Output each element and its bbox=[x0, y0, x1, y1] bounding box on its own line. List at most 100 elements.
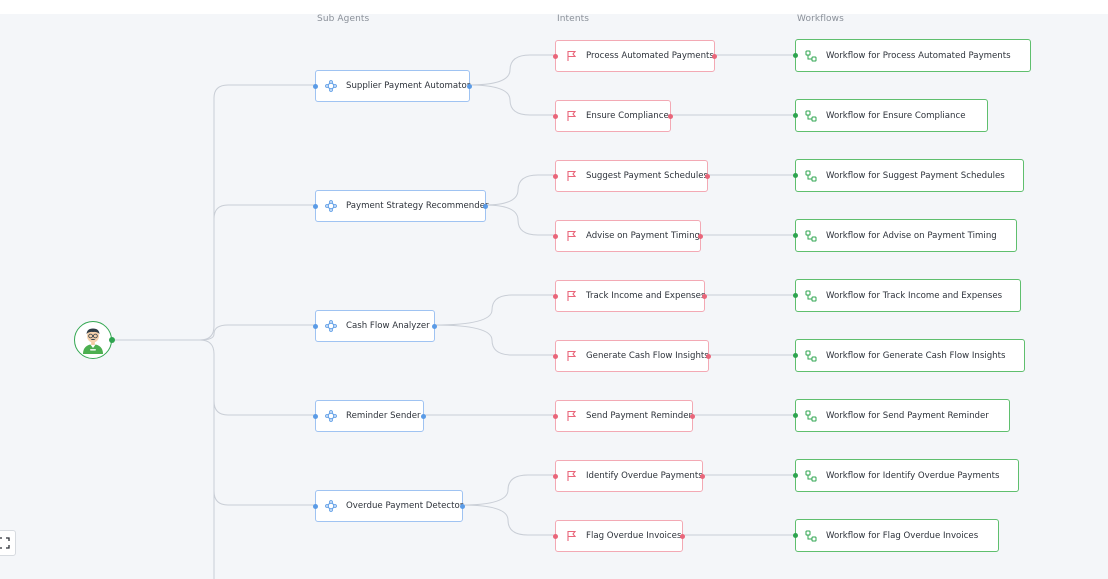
workflow-icon bbox=[804, 109, 818, 123]
workflow-icon bbox=[804, 529, 818, 543]
flag-icon bbox=[564, 469, 578, 483]
intent-node[interactable]: Process Automated Payments bbox=[553, 40, 717, 72]
root-agent-avatar[interactable] bbox=[74, 321, 115, 359]
input-port[interactable] bbox=[793, 53, 798, 58]
input-port[interactable] bbox=[313, 503, 318, 509]
workflow-icon bbox=[804, 289, 818, 303]
input-port[interactable] bbox=[313, 203, 318, 209]
flag-icon bbox=[564, 409, 578, 423]
intent-node[interactable]: Identify Overdue Payments bbox=[553, 460, 705, 492]
input-port[interactable] bbox=[313, 323, 318, 329]
input-port[interactable] bbox=[553, 413, 558, 419]
intent-label: Flag Overdue Invoices bbox=[586, 531, 682, 541]
intent-label: Generate Cash Flow Insights bbox=[586, 351, 709, 361]
link-root-agent-3 bbox=[199, 324, 316, 341]
link-agent1-intent2 bbox=[468, 84, 556, 116]
link-agent3-intent6 bbox=[433, 324, 556, 356]
intent-label: Send Payment Reminder bbox=[586, 411, 693, 421]
workflow-node[interactable]: Workflow for Flag Overdue Invoices bbox=[793, 519, 999, 552]
input-port[interactable] bbox=[553, 53, 558, 59]
output-port[interactable] bbox=[705, 173, 710, 179]
intent-node[interactable]: Generate Cash Flow Insights bbox=[553, 340, 711, 372]
output-port[interactable] bbox=[483, 203, 488, 209]
agent-label: Overdue Payment Detector bbox=[346, 501, 464, 511]
intent-node[interactable]: Flag Overdue Invoices bbox=[553, 520, 685, 552]
intent-label: Track Income and Expenses bbox=[586, 291, 706, 301]
agent-node[interactable]: Supplier Payment Automator bbox=[313, 70, 472, 102]
input-port[interactable] bbox=[553, 173, 558, 179]
agent-node[interactable]: Payment Strategy Recommender bbox=[313, 190, 489, 222]
intent-node[interactable]: Advise on Payment Timing bbox=[553, 220, 703, 252]
input-port[interactable] bbox=[793, 473, 798, 478]
agent-label: Cash Flow Analyzer bbox=[346, 321, 430, 331]
output-port[interactable] bbox=[698, 233, 703, 239]
input-port[interactable] bbox=[793, 233, 798, 238]
input-port[interactable] bbox=[553, 233, 558, 239]
input-port[interactable] bbox=[793, 353, 798, 358]
output-port[interactable] bbox=[467, 83, 472, 89]
output-port[interactable] bbox=[702, 293, 707, 299]
agent-network-icon bbox=[324, 319, 338, 333]
agent-network-icon bbox=[324, 199, 338, 213]
input-port[interactable] bbox=[793, 293, 798, 298]
link-agent3-intent5 bbox=[433, 294, 556, 326]
workflow-icon bbox=[804, 49, 818, 63]
input-port[interactable] bbox=[553, 353, 558, 359]
flag-icon bbox=[564, 49, 578, 63]
input-port[interactable] bbox=[313, 83, 318, 89]
column-header-intents: Intents bbox=[557, 14, 590, 24]
input-port[interactable] bbox=[553, 533, 558, 539]
agent-node[interactable]: Overdue Payment Detector bbox=[313, 490, 465, 522]
intent-node[interactable]: Suggest Payment Schedules bbox=[553, 160, 710, 192]
agent-node[interactable]: Reminder Sender bbox=[313, 400, 426, 432]
output-port[interactable] bbox=[690, 413, 695, 419]
output-port[interactable] bbox=[712, 53, 717, 59]
workflow-icon bbox=[804, 349, 818, 363]
agent-network-icon bbox=[324, 409, 338, 423]
workflow-node[interactable]: Workflow for Send Payment Reminder bbox=[793, 399, 1010, 432]
workflow-node[interactable]: Workflow for Process Automated Payments bbox=[793, 39, 1031, 72]
link-agent5-intent8 bbox=[461, 474, 556, 506]
column-header-workflows: Workflows bbox=[797, 14, 844, 24]
intent-node[interactable]: Send Payment Reminder bbox=[553, 400, 695, 432]
intent-label: Identify Overdue Payments bbox=[586, 471, 703, 481]
output-port[interactable] bbox=[460, 503, 465, 509]
agent-label: Payment Strategy Recommender bbox=[346, 201, 489, 211]
link-agent5-intent9 bbox=[461, 504, 556, 536]
workflow-node[interactable]: Workflow for Generate Cash Flow Insights bbox=[793, 339, 1025, 372]
input-port[interactable] bbox=[553, 473, 558, 479]
input-port[interactable] bbox=[793, 173, 798, 178]
workflow-node[interactable]: Workflow for Identify Overdue Payments bbox=[793, 459, 1019, 492]
column-header-sub-agents: Sub Agents bbox=[317, 14, 370, 24]
intent-label: Advise on Payment Timing bbox=[586, 231, 700, 241]
output-port[interactable] bbox=[421, 413, 426, 419]
flow-canvas[interactable]: Sub Agents Intents Workflows Supplier Pa… bbox=[0, 14, 1108, 579]
output-port[interactable] bbox=[700, 473, 705, 479]
input-port[interactable] bbox=[793, 533, 798, 538]
agent-label: Supplier Payment Automator bbox=[346, 81, 471, 91]
intent-node[interactable]: Track Income and Expenses bbox=[553, 280, 707, 312]
input-port[interactable] bbox=[313, 413, 318, 419]
workflow-icon bbox=[804, 229, 818, 243]
output-port[interactable] bbox=[680, 533, 685, 539]
input-port[interactable] bbox=[793, 113, 798, 118]
flag-icon bbox=[564, 289, 578, 303]
input-port[interactable] bbox=[793, 413, 798, 418]
workflow-node[interactable]: Workflow for Ensure Compliance bbox=[793, 99, 988, 132]
workflow-node[interactable]: Workflow for Track Income and Expenses bbox=[793, 279, 1021, 312]
output-port[interactable] bbox=[668, 113, 673, 119]
agent-node[interactable]: Cash Flow Analyzer bbox=[313, 310, 437, 342]
root-output-port[interactable] bbox=[109, 337, 115, 343]
workflow-label: Workflow for Generate Cash Flow Insights bbox=[826, 350, 1006, 361]
output-port[interactable] bbox=[432, 323, 437, 329]
workflow-node[interactable]: Workflow for Suggest Payment Schedules bbox=[793, 159, 1024, 192]
workflow-label: Workflow for Flag Overdue Invoices bbox=[826, 530, 979, 541]
workflow-label: Workflow for Ensure Compliance bbox=[826, 110, 966, 121]
workflow-node[interactable]: Workflow for Advise on Payment Timing bbox=[793, 219, 1017, 252]
flag-icon bbox=[564, 349, 578, 363]
input-port[interactable] bbox=[553, 113, 558, 119]
fit-view-button[interactable] bbox=[0, 530, 16, 556]
input-port[interactable] bbox=[553, 293, 558, 299]
intent-node[interactable]: Ensure Compliance bbox=[553, 100, 673, 132]
output-port[interactable] bbox=[706, 353, 711, 359]
